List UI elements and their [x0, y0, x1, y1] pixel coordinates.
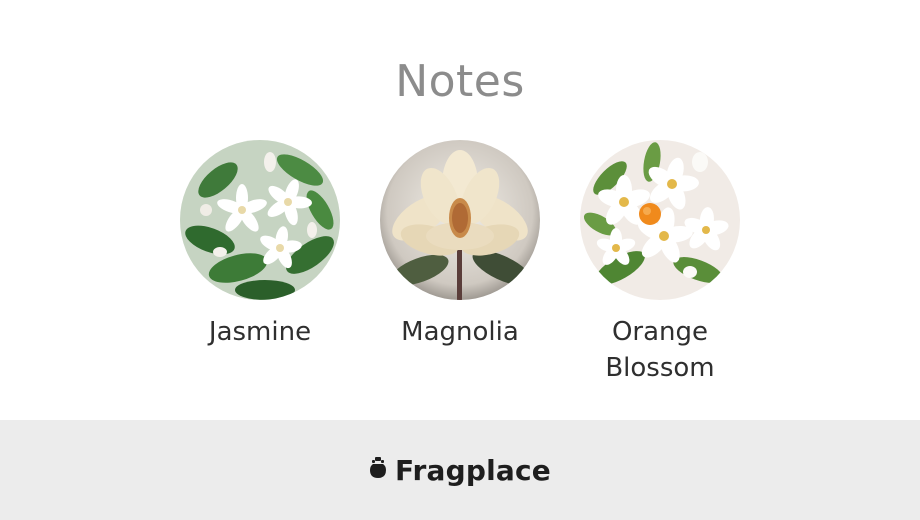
note-label: Jasmine: [208, 317, 312, 347]
brand-logo[interactable]: Fragplace: [0, 420, 920, 520]
note-label: Orange Blossom: [605, 317, 715, 383]
jasmine-image: [180, 140, 340, 300]
magnolia-image: [380, 140, 540, 300]
page: Notes Jasmine Magnolia Orange Blossom Fr…: [0, 0, 920, 520]
perfume-bottle-icon: [369, 457, 387, 483]
note-jasmine[interactable]: Jasmine: [160, 140, 360, 350]
footer: Fragplace: [0, 420, 920, 520]
note-label: Magnolia: [401, 317, 519, 347]
note-magnolia[interactable]: Magnolia: [360, 140, 560, 350]
orange-blossom-image: [580, 140, 740, 300]
brand-name: Fragplace: [394, 453, 551, 487]
section-title: Notes: [395, 56, 525, 107]
note-orange-blossom[interactable]: Orange Blossom: [560, 140, 760, 386]
